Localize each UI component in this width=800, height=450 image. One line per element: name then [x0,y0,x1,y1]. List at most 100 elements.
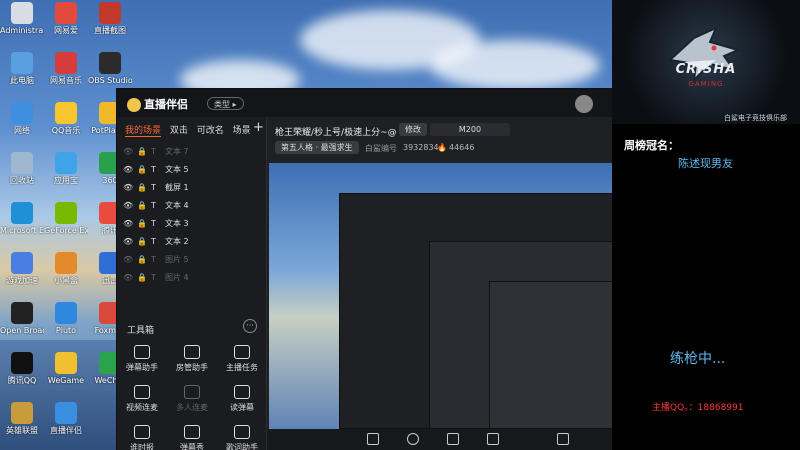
desktop-icon[interactable]: 应用宝 [44,150,88,194]
desktop-icon-label: Pluto [55,326,77,335]
tool-label: 读弹幕 [230,403,254,412]
tab-rename[interactable]: 可改名 [197,126,224,136]
fire-icon: 🔥 [437,143,447,152]
quality-select[interactable]: M200 [430,123,510,136]
mic-icon[interactable] [447,433,459,445]
lock-icon[interactable]: 🔒 [137,143,151,161]
eye-icon[interactable]: 👁 [123,161,137,179]
camera-icon[interactable] [487,433,499,445]
lock-icon[interactable]: 🔒 [137,269,151,287]
tool-button[interactable]: 房管助手 [167,343,217,379]
weekly-champion-label: 周榜冠名： [624,139,679,152]
eye-icon[interactable]: 👁 [123,269,137,287]
text-layer-icon: T [151,165,156,174]
eye-icon[interactable]: 👁 [123,251,137,269]
logo-icon [127,98,141,112]
tab-my-scenes[interactable]: 我的场景 [125,126,162,137]
lock-icon[interactable]: 🔒 [137,197,151,215]
tool-button[interactable]: 多人连麦 [167,383,217,419]
desktop-icon[interactable]: 游戏加速 [0,250,44,294]
tool-button[interactable]: 谁时报 [117,423,167,450]
desktop-icon[interactable]: 小黑盒 [44,250,88,294]
desktop-icon[interactable]: WeGame [44,350,88,394]
lock-icon[interactable]: 🔒 [137,215,151,233]
layer-item[interactable]: 👁 🔒 T 文本 2 [117,233,267,251]
tool-button[interactable]: 弹幕助手 [117,343,167,379]
desktop-icon[interactable]: QQ音乐 [44,100,88,144]
desktop-icon[interactable]: GeForce Experience [44,200,88,244]
desktop-icon[interactable]: 直播伴侣 [44,400,88,444]
screen-icon[interactable] [367,433,379,445]
layer-item[interactable]: 👁 🔒 T 图片 5 [117,251,267,269]
edit-title-button[interactable]: 修改 [399,123,427,136]
desktop-icon[interactable]: 网易爱 [44,0,88,44]
eye-icon[interactable]: 👁 [123,215,137,233]
stream-status: 练枪中... [670,351,726,367]
app-icon [11,302,33,324]
tool-button[interactable]: 弹幕秀 [167,423,217,450]
tool-label: 弹幕秀 [180,443,204,450]
desktop-icon[interactable]: 网络 [0,100,44,144]
lock-icon[interactable]: 🔒 [137,251,151,269]
desktop-icon[interactable]: 腾讯QQ [0,350,44,394]
live-companion-window[interactable]: 直播伴侣 类型 ▸ 我的场景 双击 可改名 场景 + 👁 🔒 T 文本 7 👁 🔒 T 文本 … [116,88,612,450]
title-bar[interactable]: 直播伴侣 类型 ▸ [117,89,612,117]
tool-button[interactable]: 主播任务 [217,343,267,379]
lock-icon[interactable]: 🔒 [137,233,151,251]
banner-sub: GAMING [688,80,724,88]
app-icon [55,52,77,74]
layer-item[interactable]: 👁 🔒 T 文本 5 [117,161,267,179]
tool-label: 房管助手 [176,363,208,372]
desktop-icon-label: 直播伴侣 [50,426,82,435]
eye-icon[interactable]: 👁 [123,179,137,197]
desktop-icon[interactable]: Microsoft Edge [0,200,44,244]
desktop-icon-label: QQ音乐 [51,126,81,135]
layer-item[interactable]: 👁 🔒 T 截屏 1 [117,179,267,197]
layer-item[interactable]: 👁 🔒 T 图片 4 [117,269,267,287]
avatar[interactable] [575,95,593,113]
text-layer-icon: T [151,147,156,156]
room-label: 白鲨编号 [365,144,397,153]
tool-button[interactable]: 视频连麦 [117,383,167,419]
main-panel: 枪王荣耀/秒上号/极速上分~@ 修改 M200 第五人格 · 最强求生 白鲨编号… [267,117,612,450]
desktop-icon-label: Open Broadcast... [0,326,44,335]
tool-icon [234,345,250,359]
more-tools-button[interactable]: ··· [243,319,257,333]
tab-scene[interactable]: 场景 [233,126,251,136]
desktop-icon[interactable]: Administra... [0,0,44,44]
record-icon[interactable] [407,433,419,445]
tool-label: 多人连麦 [176,403,208,412]
layer-item[interactable]: 👁 🔒 T 文本 4 [117,197,267,215]
add-scene-button[interactable]: + [253,120,264,135]
eye-icon[interactable]: 👁 [123,143,137,161]
desktop-icon[interactable]: 此电脑 [0,50,44,94]
layer-item[interactable]: 👁 🔒 T 文本 7 [117,143,267,161]
layer-item[interactable]: 👁 🔒 T 文本 3 [117,215,267,233]
app-icon [55,102,77,124]
tool-label: 谁时报 [130,443,154,450]
streamer-qq: 主播QQ。：18868991 [652,403,744,413]
volume-icon[interactable] [557,433,569,445]
eye-icon[interactable]: 👁 [123,233,137,251]
eye-icon[interactable]: 👁 [123,197,137,215]
tool-button[interactable]: 读弹幕 [217,383,267,419]
desktop-icon[interactable]: 直播截图 [88,0,132,44]
category-badge[interactable]: 第五人格 · 最强求生 [275,141,359,154]
desktop-icon[interactable]: 网易音乐 [44,50,88,94]
desktop-icon[interactable]: 英雄联盟 [0,400,44,444]
stream-overlay: CRISHA GAMING 白鲨电子竞技俱乐部 周榜冠名： 陈述现男友 练枪中.… [612,0,800,450]
app-icon [11,52,33,74]
type-button-label: 类型 [214,100,230,109]
desktop-icon[interactable]: 回收站 [0,150,44,194]
desktop-icon[interactable]: Pluto [44,300,88,344]
room-number: 3932834 [403,143,439,152]
text-layer-icon: T [151,201,156,210]
app-icon [55,402,77,424]
desktop-icon[interactable]: Open Broadcast... [0,300,44,344]
type-button[interactable]: 类型 ▸ [207,97,244,110]
text-layer-icon: T [151,237,156,246]
tool-button[interactable]: 歌词助手 [217,423,267,450]
lock-icon[interactable]: 🔒 [137,179,151,197]
lock-icon[interactable]: 🔒 [137,161,151,179]
tab-double-click[interactable]: 双击 [170,126,188,136]
